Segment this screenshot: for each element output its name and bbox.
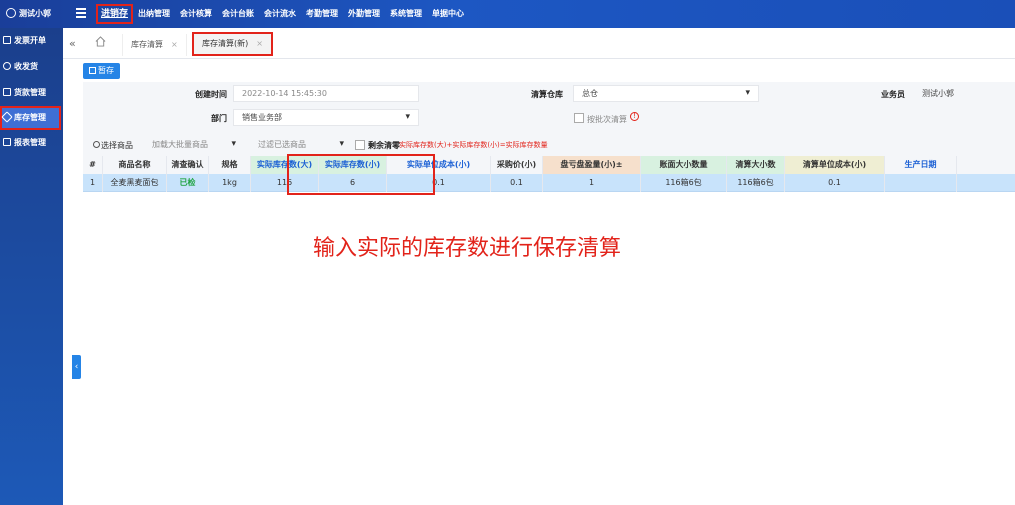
nav-field[interactable]: 外勤管理 [343, 0, 385, 28]
cell-settle-qty: 116箱6包 [727, 174, 785, 192]
sidebar-item-invoice[interactable]: 发票开单 [0, 28, 63, 54]
batch-label: 按批次清算 [587, 115, 627, 124]
nav-cashier[interactable]: 出纳管理 [133, 0, 175, 28]
truck-icon [3, 62, 11, 70]
nav-system[interactable]: 系统管理 [385, 0, 427, 28]
tab-bar: « 库存清算 × 库存清算(新) × [63, 28, 1015, 59]
formula-note: 实际库存数(大)+实际库存数(小)=实际库存数量 [399, 141, 548, 149]
clerk-field[interactable]: 测试小郭 [913, 85, 1015, 102]
save-icon [89, 67, 96, 74]
filter-goods-input[interactable]: 过滤已选商品 [249, 136, 353, 153]
sidebar-item-label: 库存管理 [14, 113, 46, 122]
search-icon [93, 141, 100, 148]
sidebar-item-label: 发票开单 [14, 36, 46, 45]
tab-stock-settle-new[interactable]: 库存清算(新) × [192, 32, 273, 56]
brand-label: 测试小郭 [19, 9, 51, 18]
invoice-icon [3, 36, 11, 44]
cell-settle-cost: 0.1 [785, 174, 885, 192]
main-content: 暂存 创建时间 2022-10-14 15:45:30 清算仓库 总仓 业务员 … [63, 60, 1015, 505]
tab-label: 库存清算(新) [202, 39, 249, 48]
user-icon [6, 8, 16, 18]
money-icon [3, 88, 11, 96]
col-check: 清查确认 [167, 156, 209, 174]
cell-index: 1 [83, 174, 103, 192]
col-spec: 规格 [209, 156, 251, 174]
col-book-qty: 账面大小数量 [641, 156, 727, 174]
load-goods-input[interactable]: 加载大批量商品 [143, 136, 245, 153]
sidebar-item-label: 收发货 [14, 62, 38, 71]
col-prod-date: 生产日期 [885, 156, 957, 174]
home-icon[interactable] [95, 36, 106, 47]
top-nav: 进销存 出纳管理 会计核算 会计台账 会计流水 考勤管理 外勤管理 系统管理 单… [96, 0, 469, 28]
table-header: # 商品名称 清查确认 规格 实际库存数(大) 实际库存数(小) 实际单位成本(… [83, 156, 1015, 174]
col-index: # [83, 156, 103, 174]
expand-panel-button[interactable]: ‹ [72, 355, 81, 379]
nav-journal[interactable]: 会计流水 [259, 0, 301, 28]
dept-label: 部门 [211, 114, 227, 123]
col-diff: 盘亏盘盈量(小)± [543, 156, 641, 174]
cell-name: 全麦黑麦面包 [103, 174, 167, 192]
cell-book-qty: 116箱6包 [641, 174, 727, 192]
cell-prod-date[interactable] [885, 174, 957, 192]
annotation-text: 输入实际的库存数进行保存清算 [313, 236, 622, 261]
sidebar-item-label: 报表管理 [14, 138, 46, 147]
col-purchase-price: 采购价(小) [491, 156, 543, 174]
dept-select[interactable]: 销售业务部 [233, 109, 419, 126]
info-icon[interactable]: ! [630, 112, 639, 121]
menu-icon[interactable] [76, 8, 86, 18]
nav-attendance[interactable]: 考勤管理 [301, 0, 343, 28]
sidebar: 发票开单 收发货 货款管理 库存管理 报表管理 [0, 28, 63, 505]
sidebar-item-payment[interactable]: 货款管理 [0, 80, 63, 106]
sidebar-item-label: 货款管理 [14, 88, 46, 97]
created-time-field: 2022-10-14 15:45:30 [233, 85, 419, 102]
cell-check-status[interactable]: 已检 [167, 174, 209, 192]
sidebar-item-reports[interactable]: 报表管理 [0, 130, 63, 156]
highlight-box [287, 154, 435, 195]
remaining-zero-checkbox[interactable] [355, 140, 365, 150]
table-row[interactable]: 1 全麦黑麦面包 已检 1kg 116 6 0.1 0.1 1 116箱6包 1… [83, 174, 1015, 192]
save-draft-button[interactable]: 暂存 [83, 63, 120, 79]
nav-accounting[interactable]: 会计核算 [175, 0, 217, 28]
nav-ledger[interactable]: 会计台账 [217, 0, 259, 28]
sidebar-item-shipping[interactable]: 收发货 [0, 54, 63, 80]
save-label: 暂存 [98, 66, 114, 75]
report-icon [3, 138, 11, 146]
col-settle-qty: 清算大小数 [727, 156, 785, 174]
col-name: 商品名称 [103, 156, 167, 174]
warehouse-label: 清算仓库 [531, 90, 563, 99]
warehouse-select[interactable]: 总仓 [573, 85, 759, 102]
brand[interactable]: 测试小郭 [6, 0, 51, 28]
nav-inventory[interactable]: 进销存 [96, 4, 134, 24]
remaining-zero-label: 剩余清零 [368, 141, 400, 150]
close-icon[interactable]: × [171, 40, 178, 49]
select-goods[interactable]: 选择商品 [93, 140, 133, 151]
select-goods-label: 选择商品 [101, 141, 133, 150]
nav-documents[interactable]: 单据中心 [427, 0, 469, 28]
cell-diff: 1 [543, 174, 641, 192]
cell-purchase-price: 0.1 [491, 174, 543, 192]
created-label: 创建时间 [195, 90, 227, 99]
layers-icon [1, 111, 13, 123]
clerk-label: 业务员 [881, 90, 905, 99]
tab-label: 库存清算 [131, 40, 163, 49]
cell-spec: 1kg [209, 174, 251, 192]
top-bar: 测试小郭 进销存 出纳管理 会计核算 会计台账 会计流水 考勤管理 外勤管理 系… [0, 0, 1015, 28]
batch-checkbox[interactable] [574, 113, 584, 123]
sidebar-item-stock[interactable]: 库存管理 [0, 106, 61, 130]
collapse-icon[interactable]: « [69, 37, 76, 50]
tab-stock-settle[interactable]: 库存清算 × [122, 34, 187, 56]
col-settle-cost: 清算单位成本(小) [785, 156, 885, 174]
close-icon[interactable]: × [256, 39, 263, 48]
